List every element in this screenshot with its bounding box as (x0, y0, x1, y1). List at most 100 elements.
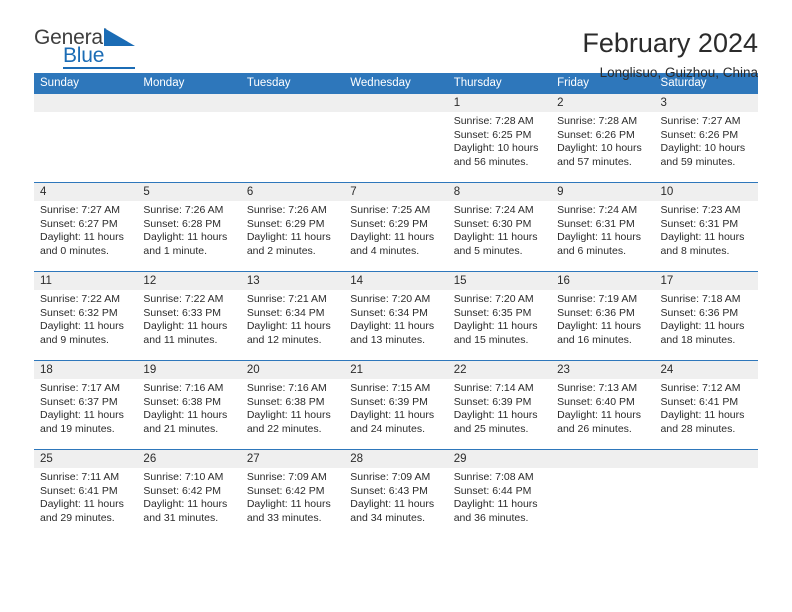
day-number: 11 (34, 272, 138, 290)
daylight-text-line2: and 34 minutes. (350, 511, 425, 524)
calendar-day-cell[interactable]: 24 Sunrise: 7:12 AM Sunset: 6:41 PM Dayligh… (654, 361, 758, 449)
calendar-day-cell[interactable]: 8 Sunrise: 7:24 AM Sunset: 6:30 PM Daylight… (447, 183, 552, 271)
sunset-text: Sunset: 6:41 PM (40, 484, 118, 497)
calendar-page: General Blue February 2024 Longlisuo, Gu… (0, 0, 792, 612)
calendar-day-cell[interactable]: 13 Sunrise: 7:21 AM Sunset: 6:34 PM Dayligh… (240, 272, 345, 360)
logo-underline (63, 67, 135, 69)
day-sun-info: Sunrise: 7:22 AM Sunset: 6:33 PM Daylight:… (137, 290, 240, 347)
sunset-text: Sunset: 6:25 PM (453, 128, 532, 141)
daylight-text-line2: and 59 minutes. (660, 155, 736, 168)
sunset-text: Sunset: 6:38 PM (143, 395, 222, 408)
calendar-day-cell[interactable]: 9 Sunrise: 7:24 AM Sunset: 6:31 PM Daylight… (551, 183, 655, 271)
day-number: 17 (654, 272, 758, 290)
calendar-day-cell[interactable]: 1 Sunrise: 7:28 AM Sunset: 6:25 PM Daylight… (447, 94, 552, 182)
calendar-day-cell[interactable]: 10 Sunrise: 7:23 AM Sunset: 6:31 PM Dayligh… (654, 183, 758, 271)
daylight-text-line1: Daylight: 11 hours (660, 409, 745, 422)
weekday-header-thursday: Thursday (453, 77, 502, 89)
daylight-text-line1: Daylight: 10 hours (453, 142, 539, 155)
calendar-day-cell[interactable]: 14 Sunrise: 7:20 AM Sunset: 6:34 PM Dayligh… (344, 272, 448, 360)
sunrise-text: Sunrise: 7:19 AM (557, 293, 638, 305)
calendar-day-cell[interactable]: 27 Sunrise: 7:09 AM Sunset: 6:42 PM Dayligh… (240, 450, 345, 539)
daylight-text-line1: Daylight: 11 hours (557, 231, 641, 244)
day-number: 19 (137, 361, 241, 379)
calendar-day-cell[interactable]: 6 Sunrise: 7:26 AM Sunset: 6:29 PM Daylight… (240, 183, 345, 271)
sunset-text: Sunset: 6:42 PM (143, 484, 222, 497)
daylight-text-line1: Daylight: 11 hours (350, 409, 435, 422)
day-sun-info: Sunrise: 7:21 AM Sunset: 6:34 PM Daylight:… (241, 290, 344, 347)
daylight-text-line1: Daylight: 11 hours (143, 231, 228, 244)
calendar-day-cell[interactable]: 20 Sunrise: 7:16 AM Sunset: 6:38 PM Dayligh… (240, 361, 345, 449)
sunset-text: Sunset: 6:36 PM (660, 306, 739, 319)
sunset-text: Sunset: 6:31 PM (557, 217, 635, 230)
calendar-day-cell-empty (240, 94, 345, 182)
calendar-day-cell[interactable]: 12 Sunrise: 7:22 AM Sunset: 6:33 PM Dayligh… (137, 272, 241, 360)
logo-triangle-icon (104, 28, 135, 46)
day-number: 6 (240, 183, 345, 201)
day-sun-info: Sunrise: 7:25 AM Sunset: 6:29 PM Daylight:… (344, 201, 447, 258)
daylight-text-line2: and 31 minutes. (143, 511, 219, 524)
sunset-text: Sunset: 6:30 PM (453, 217, 532, 230)
calendar-day-cell-empty (137, 94, 241, 182)
calendar-day-cell[interactable]: 22 Sunrise: 7:14 AM Sunset: 6:39 PM Dayligh… (447, 361, 552, 449)
day-sun-info: Sunrise: 7:15 AM Sunset: 6:39 PM Daylight:… (344, 379, 447, 436)
calendar-day-cell[interactable]: 17 Sunrise: 7:18 AM Sunset: 6:36 PM Dayligh… (654, 272, 758, 360)
day-number: 12 (137, 272, 241, 290)
day-number: 14 (344, 272, 448, 290)
day-number: 3 (654, 94, 758, 112)
calendar-day-cell[interactable]: 11 Sunrise: 7:22 AM Sunset: 6:32 PM Dayligh… (34, 272, 138, 360)
calendar-day-cell[interactable]: 4 Sunrise: 7:27 AM Sunset: 6:27 PM Daylight… (34, 183, 138, 271)
daylight-text-line2: and 56 minutes. (453, 155, 529, 168)
sunrise-text: Sunrise: 7:28 AM (453, 115, 534, 127)
day-sun-info: Sunrise: 7:16 AM Sunset: 6:38 PM Daylight:… (241, 379, 344, 436)
daylight-text-line1: Daylight: 11 hours (557, 320, 641, 333)
calendar-day-cell[interactable]: 3 Sunrise: 7:27 AM Sunset: 6:26 PM Daylight… (654, 94, 758, 182)
daylight-text-line1: Daylight: 10 hours (660, 142, 746, 155)
calendar-day-cell[interactable]: 26 Sunrise: 7:10 AM Sunset: 6:42 PM Dayligh… (137, 450, 241, 539)
calendar-day-cell[interactable]: 23 Sunrise: 7:13 AM Sunset: 6:40 PM Dayligh… (551, 361, 655, 449)
day-number (240, 94, 345, 112)
sunrise-text: Sunrise: 7:22 AM (143, 293, 224, 305)
daylight-text-line1: Daylight: 11 hours (453, 320, 538, 333)
daylight-text-line1: Daylight: 11 hours (350, 231, 435, 244)
calendar-day-cell[interactable]: 25 Sunrise: 7:11 AM Sunset: 6:41 PM Dayligh… (34, 450, 138, 539)
daylight-text-line1: Daylight: 11 hours (246, 498, 331, 511)
sunset-text: Sunset: 6:44 PM (453, 484, 532, 497)
calendar-day-cell-empty (551, 450, 655, 539)
day-number (654, 450, 758, 468)
day-sun-info: Sunrise: 7:13 AM Sunset: 6:40 PM Daylight:… (551, 379, 654, 436)
day-sun-info: Sunrise: 7:28 AM Sunset: 6:26 PM Daylight:… (551, 112, 654, 169)
daylight-text-line2: and 6 minutes. (557, 244, 626, 257)
calendar-grid: Sunday Monday Tuesday Wednesday Thursday… (34, 73, 758, 539)
daylight-text-line2: and 22 minutes. (246, 422, 322, 435)
sunrise-text: Sunrise: 7:14 AM (453, 382, 534, 394)
calendar-day-cell[interactable]: 18 Sunrise: 7:17 AM Sunset: 6:37 PM Dayligh… (34, 361, 138, 449)
calendar-day-cell[interactable]: 19 Sunrise: 7:16 AM Sunset: 6:38 PM Dayligh… (137, 361, 241, 449)
general-blue-logo[interactable]: General Blue (34, 27, 154, 75)
sunset-text: Sunset: 6:40 PM (557, 395, 635, 408)
daylight-text-line1: Daylight: 11 hours (40, 231, 124, 244)
day-sun-info: Sunrise: 7:24 AM Sunset: 6:31 PM Daylight:… (551, 201, 654, 258)
calendar-day-cell[interactable]: 7 Sunrise: 7:25 AM Sunset: 6:29 PM Daylight… (344, 183, 448, 271)
daylight-text-line2: and 25 minutes. (453, 422, 529, 435)
weekday-header-monday: Monday (143, 77, 185, 89)
calendar-day-cell[interactable]: 15 Sunrise: 7:20 AM Sunset: 6:35 PM Dayligh… (447, 272, 552, 360)
daylight-text-line1: Daylight: 11 hours (453, 231, 538, 244)
day-number: 2 (551, 94, 655, 112)
calendar-day-cell[interactable]: 16 Sunrise: 7:19 AM Sunset: 6:36 PM Dayligh… (551, 272, 655, 360)
calendar-day-cell[interactable]: 29 Sunrise: 7:08 AM Sunset: 6:44 PM Dayligh… (447, 450, 552, 539)
calendar-day-cell[interactable]: 21 Sunrise: 7:15 AM Sunset: 6:39 PM Dayligh… (344, 361, 448, 449)
day-number: 29 (447, 450, 552, 468)
day-sun-info: Sunrise: 7:24 AM Sunset: 6:30 PM Daylight:… (448, 201, 551, 258)
calendar-day-cell[interactable]: 5 Sunrise: 7:26 AM Sunset: 6:28 PM Daylight… (137, 183, 241, 271)
daylight-text-line2: and 26 minutes. (557, 422, 632, 435)
calendar-week-row: 4 Sunrise: 7:27 AM Sunset: 6:27 PM Daylight… (34, 183, 758, 272)
daylight-text-line2: and 57 minutes. (557, 155, 632, 168)
calendar-day-cell[interactable]: 28 Sunrise: 7:09 AM Sunset: 6:43 PM Dayligh… (344, 450, 448, 539)
daylight-text-line1: Daylight: 11 hours (350, 320, 435, 333)
day-sun-info: Sunrise: 7:19 AM Sunset: 6:36 PM Daylight:… (551, 290, 654, 347)
daylight-text-line2: and 8 minutes. (660, 244, 730, 257)
daylight-text-line2: and 0 minutes. (40, 244, 109, 257)
sunset-text: Sunset: 6:27 PM (40, 217, 118, 230)
sunrise-text: Sunrise: 7:23 AM (660, 204, 741, 216)
calendar-day-cell[interactable]: 2 Sunrise: 7:28 AM Sunset: 6:26 PM Daylight… (551, 94, 655, 182)
